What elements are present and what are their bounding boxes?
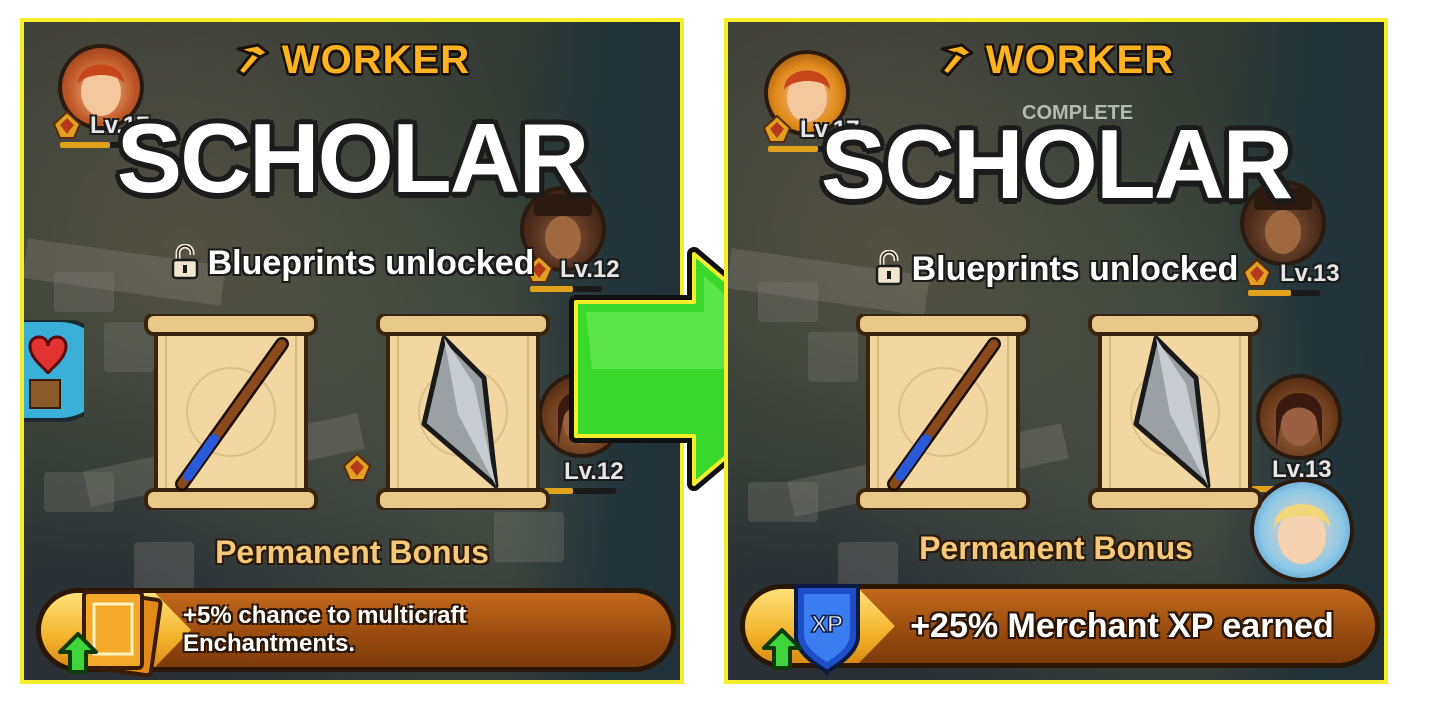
permanent-bonus-label: Permanent Bonus: [919, 530, 1193, 566]
hammer-icon: [940, 43, 974, 77]
worker-title: WORKER: [24, 38, 680, 83]
gem-icon: [342, 452, 372, 481]
crystal-blueprint[interactable]: [374, 314, 552, 510]
panel-after: COMPLETE Lv.17 Lv.13 Lv.13 WORKER SCHOLA…: [724, 18, 1388, 684]
worker-title: WORKER: [728, 38, 1384, 83]
map-building: [748, 482, 818, 522]
avatar-xp-bar: [1248, 290, 1320, 296]
worker-label: WORKER: [281, 38, 471, 82]
class-name: SCHOLAR: [116, 103, 590, 213]
permanent-bonus-label: Permanent Bonus: [215, 534, 489, 570]
heart-badge-icon[interactable]: [20, 320, 84, 440]
wand-blueprint[interactable]: [142, 314, 320, 510]
map-building: [808, 332, 858, 382]
character-avatar[interactable]: [1256, 374, 1342, 460]
crystal-blueprint[interactable]: [1086, 314, 1264, 510]
xp-shield-icon: XP: [762, 584, 860, 677]
bonus-bar: +25% Merchant XP earned XP: [740, 584, 1380, 677]
class-name: SCHOLAR: [820, 109, 1294, 219]
bonus-text: +25% Merchant XP earned: [910, 606, 1334, 645]
map-building: [44, 472, 114, 512]
bonus-bar: +5% chance to multicraft Enchantments.: [36, 588, 676, 678]
blueprint-stack-icon: [58, 590, 163, 678]
hammer-icon: [236, 43, 270, 77]
svg-text:XP: XP: [811, 611, 843, 638]
bonus-text: +5% chance to multicraft Enchantments.: [183, 602, 467, 657]
blueprints-unlocked-label: Blueprints unlocked: [728, 250, 1384, 289]
wand-blueprint[interactable]: [854, 314, 1032, 510]
unlock-icon: [171, 244, 198, 280]
worker-label: WORKER: [985, 38, 1175, 82]
unlock-icon: [875, 250, 902, 286]
